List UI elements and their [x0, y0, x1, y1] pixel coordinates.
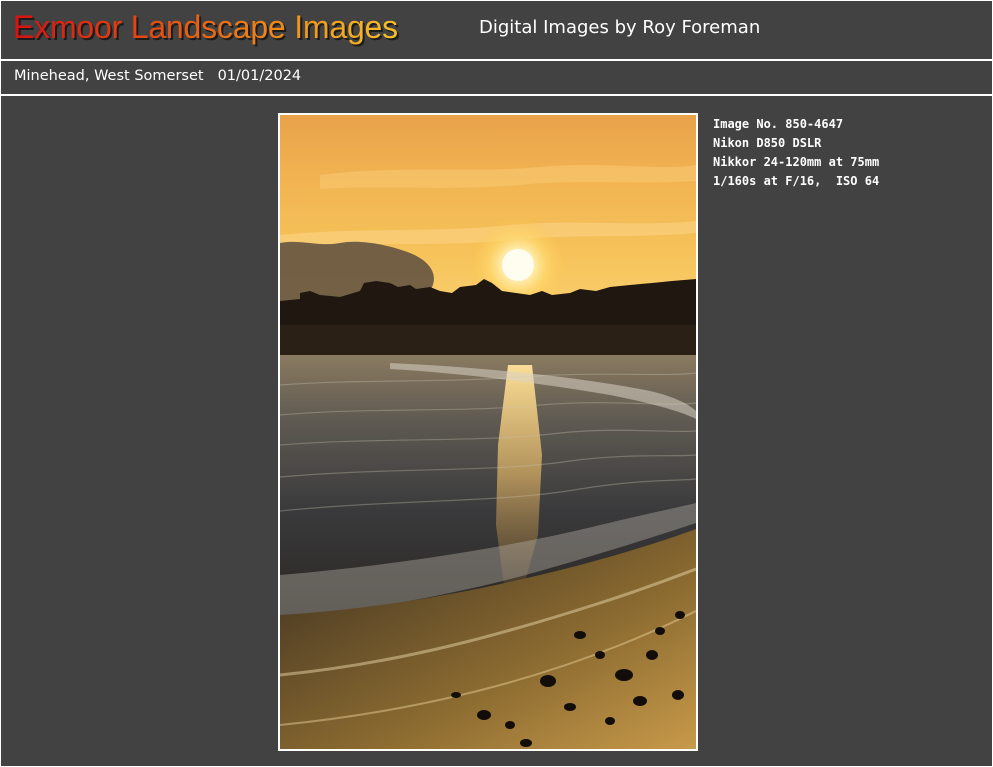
subheader-divider — [1, 94, 992, 96]
camera-info: Nikon D850 DSLR — [713, 136, 822, 150]
date-text: 01/01/2024 — [217, 68, 302, 84]
header: Exmoor Landscape Images Exmoor Landscape… — [1, 1, 992, 59]
byline: Digital Images by Roy Foreman — [479, 17, 761, 38]
location-text: Minehead, West Somerset — [14, 68, 204, 84]
landscape-photo — [278, 113, 698, 751]
header-divider — [1, 59, 992, 61]
exposure-info: 1/160s at F/16, ISO 64 — [713, 174, 880, 188]
image-details: Image No. 850-4647 Nikon D850 DSLR Nikko… — [713, 115, 879, 191]
lens-info: Nikkor 24-120mm at 75mm — [713, 155, 880, 169]
page: Exmoor Landscape Images Exmoor Landscape… — [0, 0, 993, 767]
subheader: Minehead, West Somerset 01/01/2024 — [14, 65, 301, 87]
image-number: Image No. 850-4647 — [713, 117, 844, 131]
site-title: Exmoor Landscape Images — [13, 9, 398, 45]
photo-illustration — [280, 115, 696, 749]
